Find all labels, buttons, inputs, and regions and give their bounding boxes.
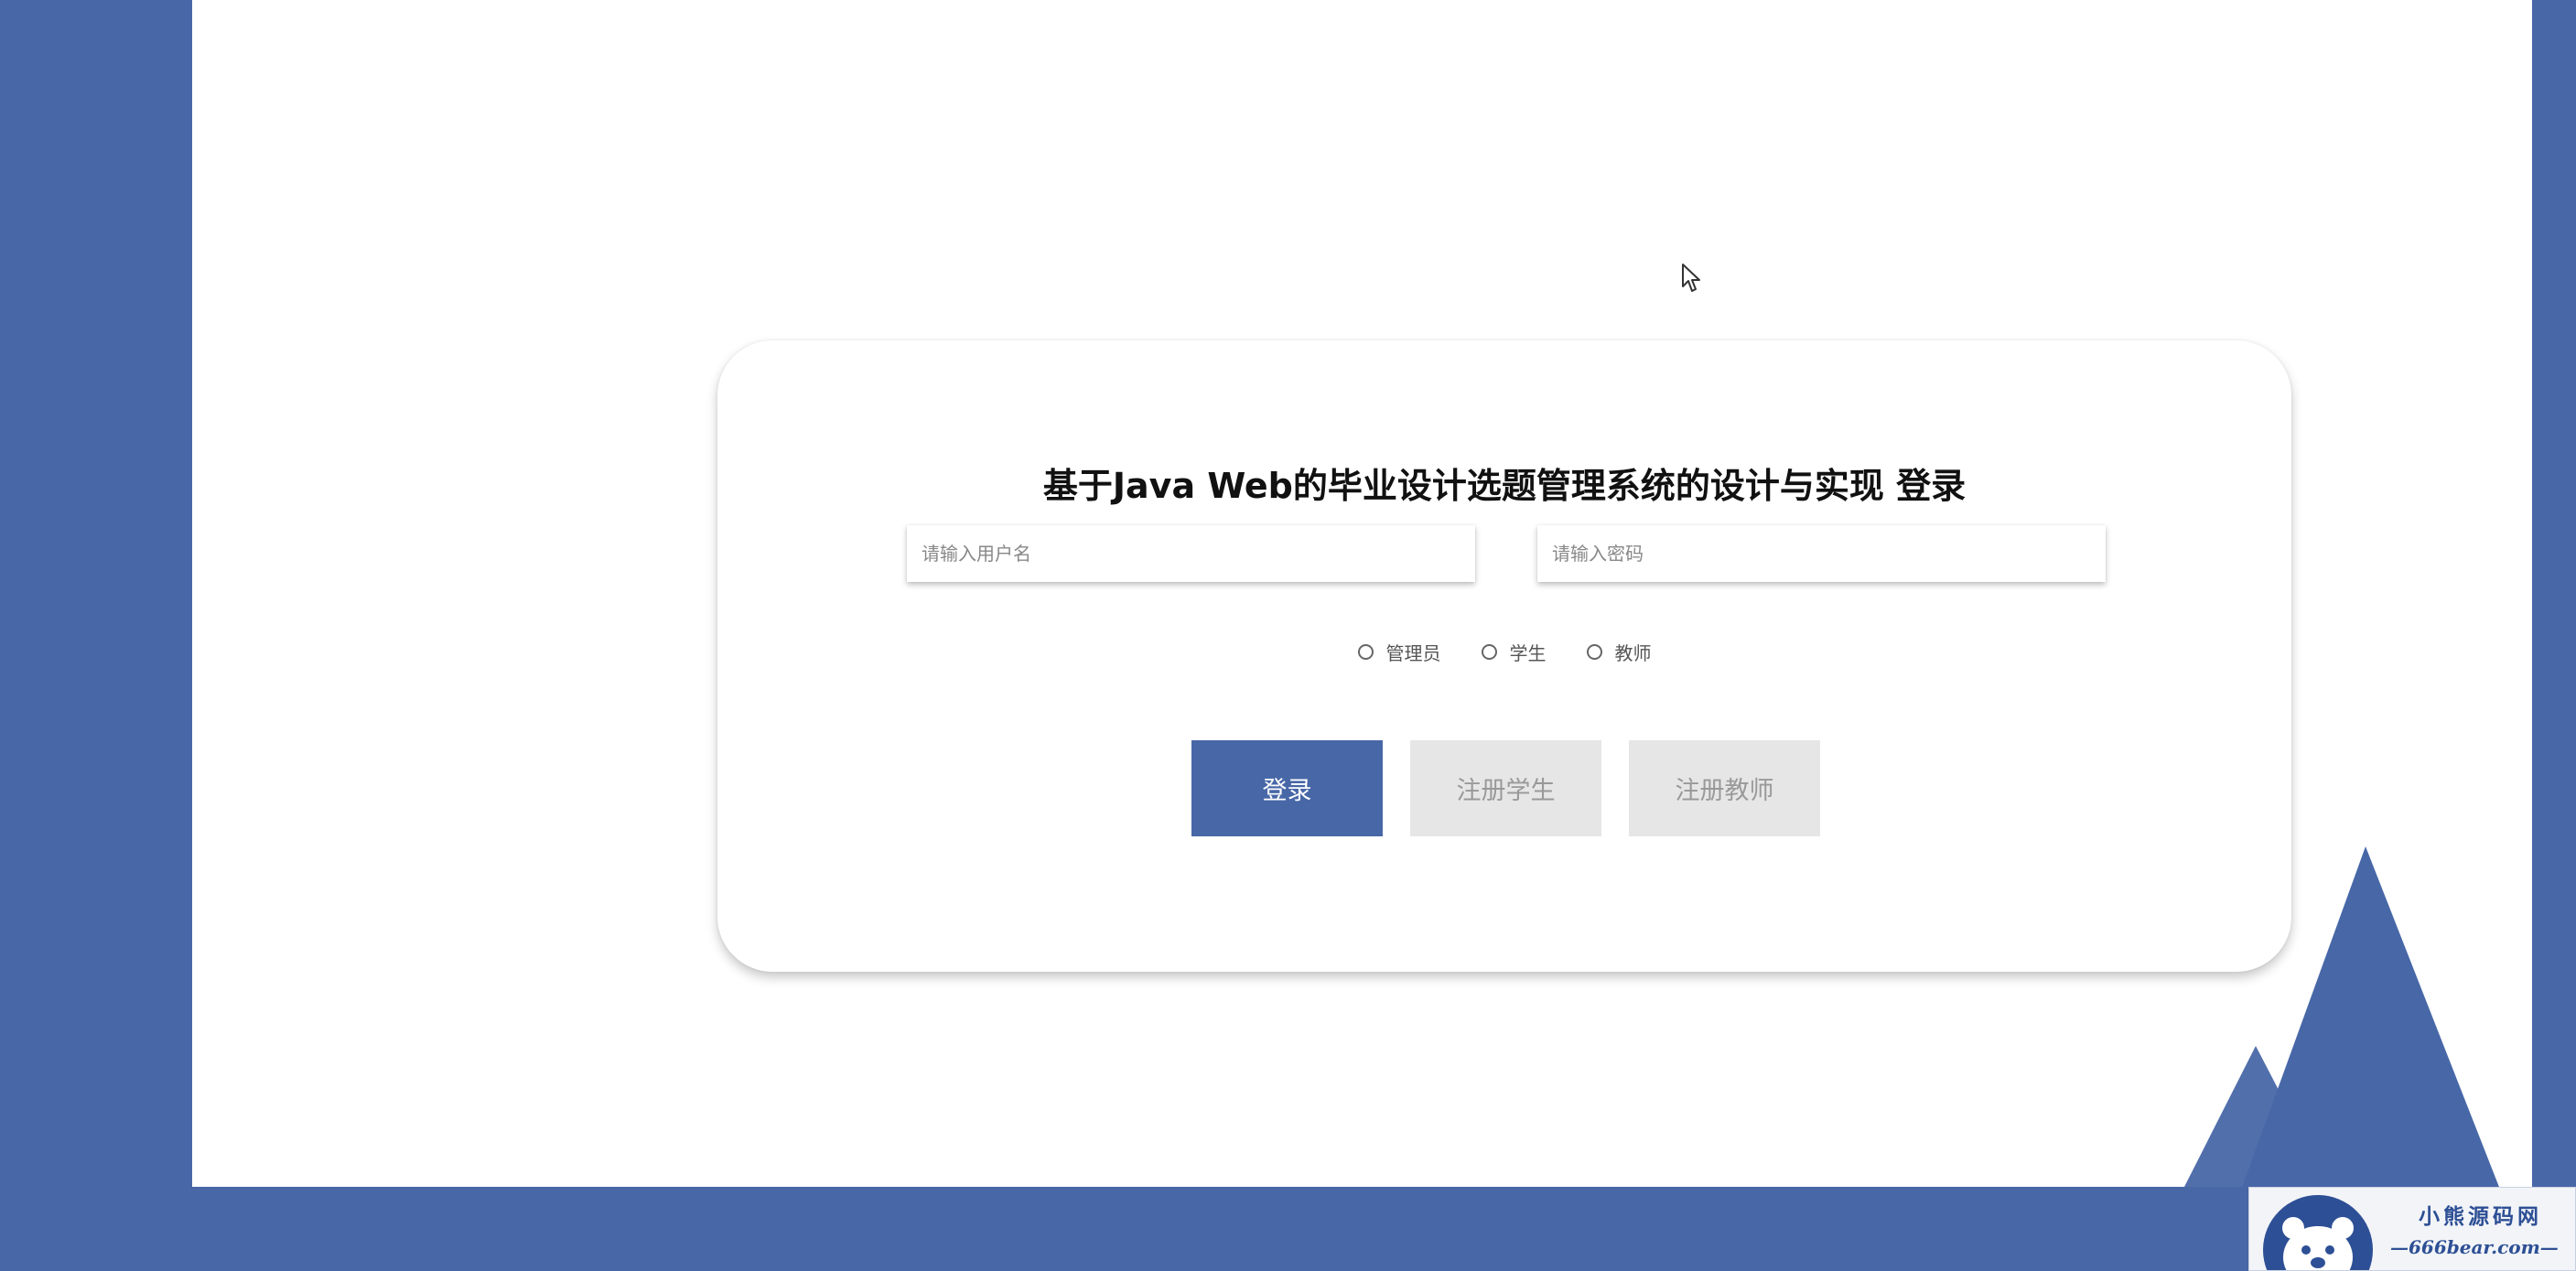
login-button[interactable]: 登录 [1191,740,1383,836]
username-field[interactable] [907,525,1475,582]
register-student-button[interactable]: 注册学生 [1410,740,1601,836]
watermark-url: —666bear.com— [2390,1236,2559,1258]
mouse-cursor-icon [1682,264,1700,292]
role-label-teacher: 教师 [1614,642,1652,664]
radio-button[interactable] [1481,644,1497,660]
register-teacher-button[interactable]: 注册教师 [1629,740,1820,836]
radio-button[interactable] [1586,644,1602,660]
watermark-title: 小熊源码网 [2419,1204,2542,1229]
password-input[interactable] [1537,525,2106,582]
role-option-student[interactable]: 学生 [1481,639,1547,665]
role-label-student: 学生 [1509,642,1547,664]
role-option-teacher[interactable]: 教师 [1586,639,1652,665]
role-label-admin: 管理员 [1385,642,1441,664]
role-radio-group: 管理员 学生 教师 [717,639,2291,665]
login-card: 基于Java Web的毕业设计选题管理系统的设计与实现 登录 管理员 学生 教师… [717,340,2291,972]
username-input[interactable] [907,525,1475,582]
role-option-admin[interactable]: 管理员 [1357,639,1441,665]
watermark-logo: 小熊源码网 —666bear.com— [2248,1187,2576,1271]
page-title: 基于Java Web的毕业设计选题管理系统的设计与实现 登录 [1042,466,1967,506]
radio-button[interactable] [1357,644,1374,660]
bear-logo-icon [2263,1195,2373,1270]
password-field[interactable] [1537,525,2106,582]
